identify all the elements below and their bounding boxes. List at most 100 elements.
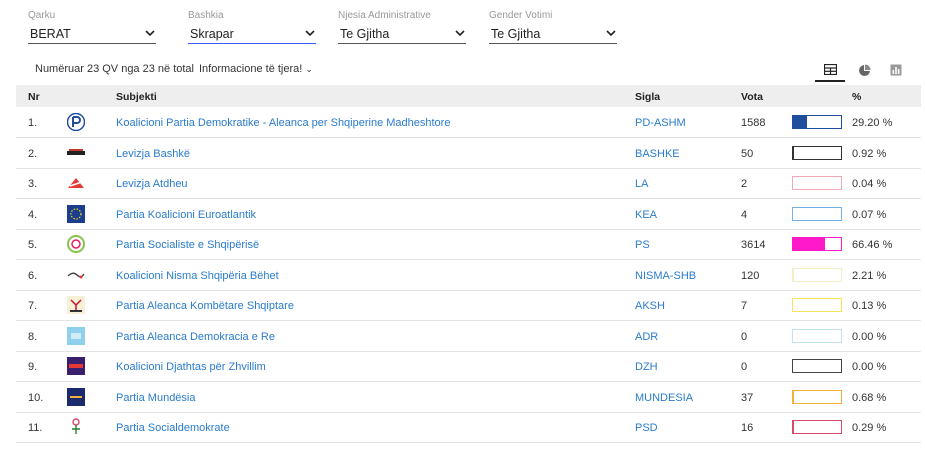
qarku-select[interactable]: BERAT	[28, 24, 156, 44]
share-bar	[792, 298, 842, 312]
filter-label: Bashkia	[188, 10, 224, 21]
subject-link[interactable]: Koalicioni Djathtas për Zhvillim	[116, 361, 266, 373]
vote-count: 7	[741, 300, 748, 312]
view-switcher	[815, 58, 915, 84]
subject-link[interactable]: Partia Koalicioni Euroatlantik	[116, 209, 256, 221]
dzh-logo-icon	[66, 356, 86, 376]
bashkia-select[interactable]: Skrapar	[188, 24, 316, 44]
table-row: 1. Koalicioni Partia Demokratike - Aleanc…	[16, 107, 921, 138]
subject-link[interactable]: Partia Socialdemokrate	[116, 422, 230, 434]
table-row: 6. Koalicioni Nisma Shqipëria Bëhet NISMA-…	[16, 260, 921, 291]
gender-select[interactable]: Te Gjitha	[489, 24, 617, 44]
filter-bashkia[interactable]: Bashkia Skrapar	[188, 10, 316, 44]
row-number: 4.	[28, 208, 38, 221]
adr-logo-icon	[66, 326, 86, 346]
table-row: 5. Partia Socialiste e Shqipërisë PS 3614 66…	[16, 229, 921, 260]
pie-chart-icon	[858, 64, 870, 76]
vote-count: 50	[741, 147, 754, 160]
filter-label: Gender Votimi	[489, 10, 553, 21]
filter-njesia[interactable]: Njesia Administrative Te Gjitha	[338, 10, 466, 44]
vote-percent: 0.04 %	[852, 178, 887, 190]
vote-percent: 0.13 %	[852, 300, 887, 312]
row-number: 10.	[28, 391, 44, 404]
vote-count: 0	[741, 361, 748, 373]
results-table: Nr Subjekti Sigla Vota % 1. Koalicioni Pa…	[16, 85, 921, 445]
sigla-link[interactable]: PS	[635, 239, 650, 251]
sigla-link[interactable]: PD-ASHM	[635, 117, 686, 129]
row-number: 11.	[28, 422, 43, 434]
sigla-link[interactable]: ADR	[635, 331, 658, 343]
table-row: 2. Levizja Bashkë BASHKE 50 0.92 %	[16, 138, 921, 169]
sigla-link[interactable]: BASHKE	[635, 148, 680, 160]
row-number: 1.	[28, 117, 38, 129]
vote-count: 4	[741, 208, 748, 221]
share-bar	[792, 206, 842, 221]
sigla-link[interactable]: KEA	[635, 209, 657, 221]
psd-logo-icon	[66, 417, 86, 437]
table-row: 8. Partia Aleanca Demokracia e Re ADR 0 0.00…	[16, 321, 921, 352]
sigla-link[interactable]: NISMA-SHB	[635, 270, 696, 282]
row-number: 5.	[28, 239, 38, 251]
row-number: 8.	[28, 330, 38, 343]
subject-link[interactable]: Koalicioni Partia Demokratike - Aleanca …	[116, 117, 450, 129]
bar-chart-icon	[890, 64, 902, 76]
vote-percent: 29.20 %	[852, 117, 893, 129]
header-subject: Subjekti	[116, 91, 157, 103]
table-view-button[interactable]	[815, 58, 845, 82]
row-number: 3.	[28, 178, 38, 190]
table-row: 7. Partia Aleanca Kombëtare Shqiptare AKSH…	[16, 290, 921, 321]
share-bar	[792, 328, 842, 343]
subject-link[interactable]: Levizja Atdheu	[116, 178, 188, 190]
share-bar-fill	[793, 116, 808, 128]
la-logo-icon	[66, 173, 86, 193]
sigla-link[interactable]: MUNDESIA	[635, 392, 693, 404]
subject-link[interactable]: Partia Aleanca Demokracia e Re	[116, 331, 275, 343]
vote-count: 0	[741, 330, 748, 343]
filter-gender[interactable]: Gender Votimi Te Gjitha	[489, 10, 617, 44]
vote-count: 37	[741, 391, 754, 404]
share-bar	[792, 145, 842, 160]
vote-percent: 2.21 %	[852, 269, 887, 282]
share-bar	[792, 267, 842, 282]
share-bar	[792, 359, 842, 373]
header-votes: Vota	[741, 91, 763, 103]
share-bar	[792, 237, 842, 251]
pie-view-button[interactable]	[849, 58, 879, 82]
sigla-link[interactable]: LA	[635, 178, 648, 190]
filter-qarku[interactable]: Qarku BERAT	[28, 10, 156, 44]
table-row: 3. Levizja Atdheu LA 2 0.04 %	[16, 168, 921, 199]
counted-status: Numëruar 23 QV nga 23 në total	[35, 63, 194, 75]
subject-link[interactable]: Levizja Bashkë	[116, 148, 190, 160]
share-bar	[792, 389, 842, 404]
select-value: BERAT	[30, 27, 71, 41]
table-header: Nr Subjekti Sigla Vota %	[16, 85, 921, 107]
header-percent: %	[852, 91, 862, 103]
vote-percent: 0.29 %	[852, 422, 887, 434]
bar-view-button[interactable]	[881, 58, 911, 82]
filter-label: Njesia Administrative	[338, 10, 431, 21]
sigla-link[interactable]: DZH	[635, 361, 658, 373]
sigla-link[interactable]: AKSH	[635, 300, 665, 312]
share-bar	[792, 115, 842, 129]
chevron-down-icon	[606, 30, 616, 37]
subject-link[interactable]: Partia Aleanca Kombëtare Shqiptare	[116, 300, 294, 312]
table-row: 10. Partia Mundësia MUNDESIA 37 0.68 %	[16, 382, 921, 413]
subject-link[interactable]: Partia Socialiste e Shqipërisë	[116, 239, 259, 251]
header-sigla: Sigla	[635, 91, 661, 103]
sigla-link[interactable]: PSD	[635, 422, 658, 434]
vote-percent: 0.92 %	[852, 147, 887, 160]
njesia-select[interactable]: Te Gjitha	[338, 24, 466, 44]
more-info-label: Informacione të tjera!	[199, 63, 303, 75]
table-row: 4. Partia Koalicioni Euroatlantik KEA 4 0.07…	[16, 199, 921, 230]
vote-count: 16	[741, 422, 754, 434]
subject-link[interactable]: Koalicioni Nisma Shqipëria Bëhet	[116, 270, 279, 282]
row-number: 2.	[28, 147, 38, 160]
subject-link[interactable]: Partia Mundësia	[116, 392, 196, 404]
more-info-toggle[interactable]: Informacione të tjera! ⌄	[199, 63, 313, 75]
table-row: 11. Partia Socialdemokrate PSD 16 0.29 %	[16, 412, 921, 443]
chevron-down-icon: ⌄	[305, 64, 313, 74]
select-value: Te Gjitha	[340, 27, 390, 41]
select-value: Te Gjitha	[491, 27, 541, 41]
filter-label: Qarku	[28, 10, 56, 21]
row-number: 6.	[28, 269, 38, 282]
